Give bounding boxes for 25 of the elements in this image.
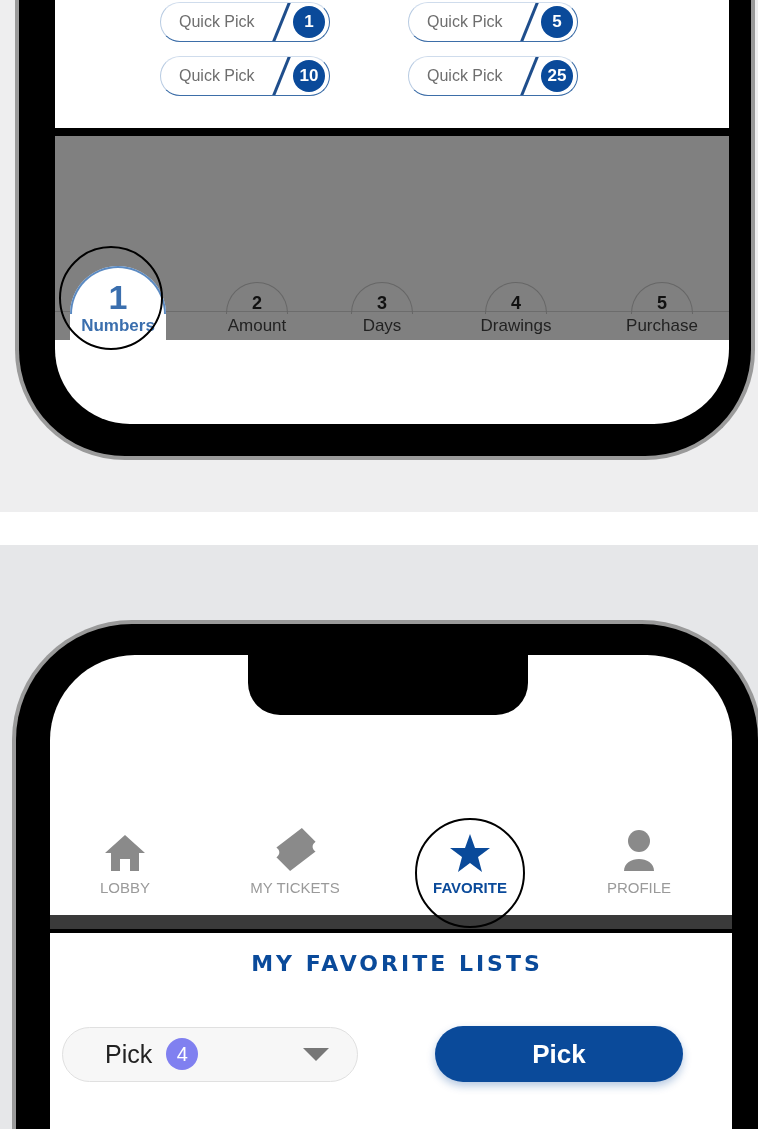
count-badge: 5 [541, 6, 573, 38]
list-dropdown[interactable]: Pick 4 [62, 1026, 358, 1082]
quick-pick-button[interactable]: Quick Pick 10 [160, 56, 330, 96]
nav-tab[interactable]: FAVORITE [433, 826, 507, 896]
step-tab[interactable]: 1 Numbers [70, 266, 166, 340]
count-badge: 25 [541, 60, 573, 92]
count-badge: 1 [293, 6, 325, 38]
star-icon [449, 833, 491, 873]
person-icon [622, 829, 656, 873]
count-badge: 10 [293, 60, 325, 92]
step-tab[interactable]: 5 Purchase [626, 266, 698, 340]
step-tab[interactable]: 3 Days [351, 266, 413, 340]
count-badge: 4 [166, 1038, 199, 1070]
quick-pick-button[interactable]: Quick Pick 1 [160, 2, 330, 42]
nav-tab[interactable]: MY TICKETS [250, 826, 340, 896]
quick-pick-button[interactable]: Quick Pick 5 [408, 2, 578, 42]
house-icon [103, 833, 147, 873]
section-title: MY FAVORITE LISTS [251, 951, 543, 976]
nav-tab[interactable]: LOBBY [100, 826, 150, 896]
step-tab[interactable]: 2 Amount [226, 266, 288, 340]
pick-button[interactable]: Pick [435, 1026, 683, 1082]
quick-pick-button[interactable]: Quick Pick 25 [408, 56, 578, 96]
nav-tab[interactable]: PROFILE [606, 826, 672, 896]
caret-icon [303, 1047, 329, 1061]
step-tab[interactable]: 4 Drawings [480, 266, 552, 340]
